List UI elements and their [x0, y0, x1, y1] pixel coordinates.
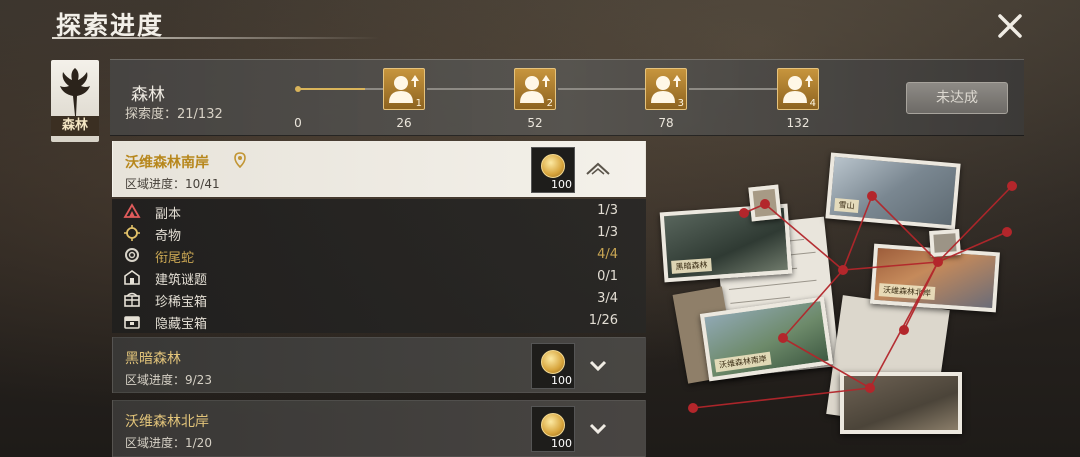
- milestone-value: 52: [527, 116, 543, 130]
- progress-track: [689, 88, 777, 90]
- subregion-progress: 区域进度：1/20: [125, 436, 212, 450]
- milestone-number: 1: [415, 98, 422, 109]
- subregion-name: 沃维森林南岸: [125, 155, 209, 171]
- close-button[interactable]: [994, 12, 1026, 44]
- tree-icon: [60, 68, 90, 116]
- milestone-value: 26: [396, 116, 412, 130]
- coin-icon: [541, 413, 565, 437]
- reward-count: 100: [551, 178, 572, 191]
- location-pin-icon: [234, 152, 246, 168]
- progress-track: [558, 88, 645, 90]
- progress-track: [427, 88, 514, 90]
- milestone-reward-2[interactable]: 2: [514, 68, 556, 110]
- milestone-reward-1[interactable]: 1: [383, 68, 425, 110]
- milestone-number: 4: [809, 98, 816, 109]
- subregion-progress: 区域进度：10/41: [125, 177, 220, 191]
- list-item: 建筑谜题 0/1: [112, 266, 646, 288]
- item-value: 3/4: [597, 291, 618, 306]
- reward-count: 100: [551, 437, 572, 450]
- item-label: 建筑谜题: [155, 273, 208, 288]
- region-label: 森林: [51, 116, 99, 136]
- close-icon: [998, 14, 1022, 38]
- item-label: 奇物: [155, 229, 182, 244]
- chevron-down-icon[interactable]: [583, 350, 613, 380]
- item-value: 1/26: [588, 313, 618, 328]
- exploration-map-board: 黑暗森林 雪山 沃维森林北岸 沃维森林南岸: [650, 140, 1020, 457]
- chevron-down-icon[interactable]: [583, 413, 613, 443]
- exploration-header: [110, 59, 1024, 136]
- progress-start-dot: [295, 86, 301, 92]
- curiosity-icon: [124, 225, 140, 241]
- zone-progress: 探索度：21/132: [125, 107, 223, 122]
- list-item: 奇物 1/3: [112, 222, 646, 244]
- reward-slot[interactable]: 100: [531, 147, 575, 193]
- item-label: 衔尾蛇: [155, 251, 195, 266]
- zone-name: 森林: [131, 85, 165, 105]
- chevron-up-icon[interactable]: [583, 154, 613, 184]
- subregion-card-dark-forest[interactable]: 黑暗森林 区域进度：9/23 100: [112, 337, 646, 393]
- list-item: 珍稀宝箱 3/4: [112, 288, 646, 310]
- milestone-value: 0: [294, 116, 302, 130]
- building-puzzle-icon: [124, 270, 140, 285]
- coin-icon: [541, 350, 565, 374]
- item-value: 1/3: [597, 203, 618, 218]
- list-item: 副本 1/3: [112, 200, 646, 222]
- subregion-detail-list: 副本 1/3 奇物 1/3 衔尾蛇 4/4 建筑谜题 0/1 珍稀宝箱 3/4 …: [112, 199, 646, 333]
- red-string-lines: [688, 181, 1017, 413]
- reward-count: 100: [551, 374, 572, 387]
- milestone-reward-3[interactable]: 3: [645, 68, 687, 110]
- milestone-number: 2: [546, 98, 553, 109]
- subregion-name: 黑暗森林: [125, 351, 181, 367]
- dungeon-icon: [123, 203, 141, 218]
- list-item: 衔尾蛇 4/4: [112, 244, 646, 266]
- item-value: 4/4: [597, 247, 618, 262]
- item-label: 珍稀宝箱: [155, 295, 208, 310]
- item-label: 副本: [155, 207, 182, 222]
- subregion-name: 沃维森林北岸: [125, 414, 209, 430]
- milestone-number: 3: [677, 98, 684, 109]
- reward-slot[interactable]: 100: [531, 406, 575, 452]
- region-card-forest[interactable]: 森林: [51, 60, 99, 142]
- subregion-card-north-shore[interactable]: 沃维森林北岸 区域进度：1/20 100: [112, 400, 646, 457]
- milestone-value: 132: [786, 116, 810, 130]
- milestone-reward-4[interactable]: 4: [777, 68, 819, 110]
- title-divider: [52, 37, 380, 39]
- rare-chest-icon: [124, 292, 140, 307]
- list-item: 隐藏宝箱 1/26: [112, 310, 646, 332]
- status-button[interactable]: 未达成: [906, 82, 1008, 114]
- hidden-chest-icon: [124, 316, 140, 329]
- subregion-card-south-shore[interactable]: 沃维森林南岸 区域进度：10/41 100: [112, 141, 646, 197]
- subregion-progress: 区域进度：9/23: [125, 373, 212, 387]
- item-value: 1/3: [597, 225, 618, 240]
- item-label: 隐藏宝箱: [155, 317, 208, 332]
- coin-icon: [541, 154, 565, 178]
- ouroboros-icon: [125, 248, 139, 262]
- reward-slot[interactable]: 100: [531, 343, 575, 389]
- milestone-value: 78: [658, 116, 674, 130]
- progress-fill: [298, 88, 365, 90]
- item-value: 0/1: [597, 269, 618, 284]
